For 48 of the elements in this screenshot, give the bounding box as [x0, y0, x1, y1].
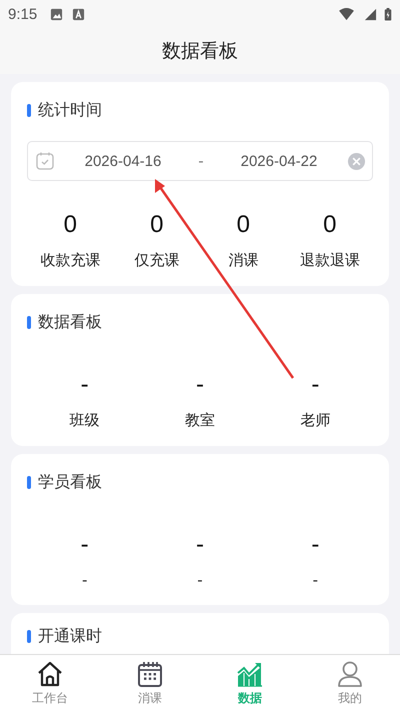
stat-label: -: [82, 571, 88, 589]
stat-value: 0: [150, 211, 164, 240]
tab-item[interactable]: 我的: [300, 655, 400, 711]
wifi-icon: [338, 8, 355, 20]
stat-value: -: [196, 371, 204, 400]
title-marker: [27, 476, 31, 489]
tab-item[interactable]: 工作台: [0, 655, 100, 711]
date-separator: -: [197, 152, 205, 170]
calendar-icon: [35, 151, 55, 171]
stat-value: -: [311, 531, 320, 560]
page-title: 数据看板: [162, 39, 238, 64]
stat-label: 消课: [228, 251, 258, 270]
end-date: 2026-04-22: [240, 152, 318, 170]
clear-icon[interactable]: [347, 152, 366, 170]
letter-notification-icon: [72, 8, 86, 20]
signal-icon: [364, 8, 377, 20]
stat-value: 0: [64, 211, 77, 240]
title-marker: [27, 104, 31, 117]
section-title: 统计时间: [38, 100, 102, 121]
stat-label: 收款充课: [40, 251, 100, 270]
stat-label: 仅充课: [134, 251, 180, 270]
tab-item[interactable]: 数据: [200, 655, 300, 711]
section-title: 数据看板: [38, 312, 102, 333]
title-marker: [27, 630, 31, 643]
stat-value: -: [80, 531, 89, 560]
person-icon: [336, 660, 364, 688]
stat-label: 老师: [300, 411, 330, 430]
date-range-field[interactable]: 2026-04-16 - 2026-04-22: [27, 141, 373, 181]
house-icon: [36, 660, 64, 688]
title-marker: [27, 316, 31, 329]
stat-value: -: [80, 371, 89, 400]
stat-value: 0: [236, 211, 250, 240]
start-date: 2026-04-16: [84, 152, 162, 170]
stat-value: -: [196, 531, 204, 560]
stat-label: 退款退课: [300, 251, 360, 270]
stat-label: 教室: [184, 411, 215, 430]
image-notification-icon: [50, 8, 64, 20]
stat-value: 0: [323, 211, 336, 240]
stat-label: 班级: [70, 411, 100, 430]
calendar-icon: [136, 660, 164, 688]
tab-item[interactable]: 消课: [100, 655, 200, 711]
battery-icon: [384, 8, 392, 20]
status-time: 9:15: [8, 6, 38, 22]
stat-label: -: [312, 571, 318, 589]
stat-label: -: [197, 571, 203, 589]
stat-value: -: [311, 371, 320, 400]
section-title: 开通课时: [38, 626, 102, 647]
section-title: 学员看板: [38, 472, 102, 493]
